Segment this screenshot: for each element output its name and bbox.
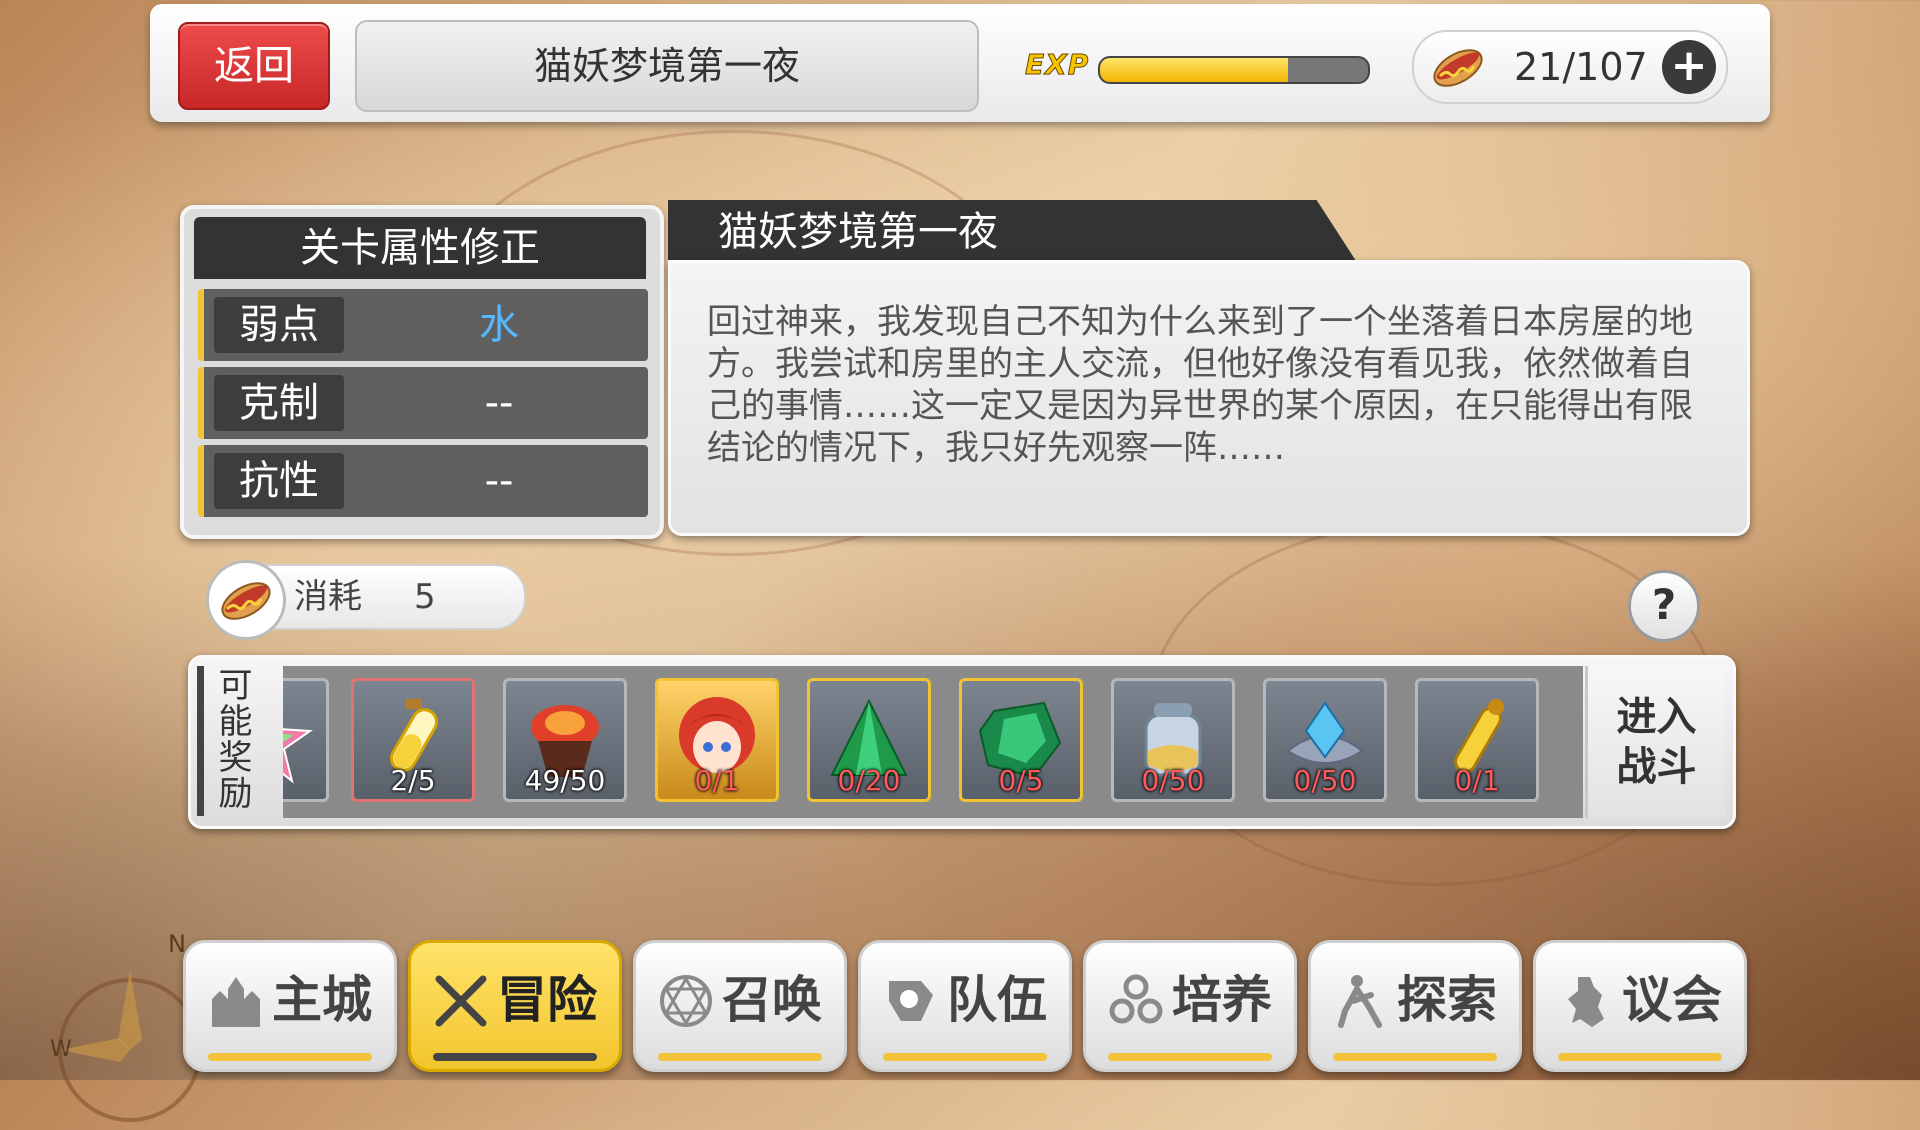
reward-item[interactable]: 0/1 — [1415, 678, 1539, 802]
reward-count: 1 — [283, 764, 326, 797]
nav-label: 培养 — [1172, 971, 1272, 1029]
attribute-value: 水 — [479, 302, 519, 348]
summon-hexagram-icon — [660, 975, 712, 1027]
crossed-swords-icon — [435, 975, 487, 1027]
cost-value: 5 — [414, 577, 436, 617]
reward-item[interactable]: 2/5 — [351, 678, 475, 802]
reward-count: 49/50 — [524, 764, 606, 797]
reward-item[interactable]: 0/5 — [959, 678, 1083, 802]
reward-count: 0/1 — [694, 764, 740, 797]
train-icon — [1109, 974, 1163, 1024]
story-panel: 回过神来，我发现自己不知为什么来到了一个坐落着日本房屋的地方。我尝试和房里的主人… — [668, 260, 1750, 536]
stage-attribute-panel: 关卡属性修正 弱点 水 克制 -- 抗性 -- — [180, 205, 664, 539]
attribute-key: 抗性 — [214, 453, 344, 509]
reward-item[interactable]: 49/50 — [503, 678, 627, 802]
attribute-row-counter: 克制 -- — [198, 367, 648, 439]
add-stamina-button[interactable]: + — [1662, 40, 1716, 94]
rewards-label: 可能奖励 — [197, 666, 267, 816]
back-button[interactable]: 返回 — [178, 22, 330, 110]
nav-team[interactable]: 队伍 — [858, 940, 1072, 1072]
nav-label: 主城 — [272, 971, 372, 1029]
attribute-row-resistance: 抗性 -- — [198, 445, 648, 517]
reward-count: 0/50 — [1141, 764, 1205, 797]
story-title-tab: 猫妖梦境第一夜 — [668, 200, 1358, 264]
nav-train[interactable]: 培养 — [1083, 940, 1297, 1072]
nav-label: 召唤 — [722, 971, 822, 1029]
compass-west-label: W — [50, 1037, 72, 1062]
attribute-row-weakness: 弱点 水 — [198, 289, 648, 361]
stage-title: 猫妖梦境第一夜 — [355, 20, 979, 112]
rewards-strip: 可能奖励 1 2/5 49/50 — [188, 655, 1736, 829]
attribute-value: -- — [484, 380, 514, 426]
nav-council[interactable]: 议会 — [1533, 940, 1747, 1072]
explore-icon — [1338, 975, 1382, 1028]
stamina-cost: 消耗 5 — [206, 560, 526, 640]
castle-icon — [212, 977, 260, 1027]
reward-count: 0/5 — [998, 764, 1044, 797]
attribute-key: 克制 — [214, 375, 344, 431]
nav-label: 议会 — [1622, 971, 1722, 1029]
nav-main-city[interactable]: 主城 — [183, 940, 397, 1072]
reward-count: 0/1 — [1454, 764, 1500, 797]
nav-adventure[interactable]: 冒险 — [408, 940, 622, 1072]
nav-label: 队伍 — [947, 971, 1047, 1029]
nav-summon[interactable]: 召唤 — [633, 940, 847, 1072]
team-icon — [889, 981, 933, 1021]
exp-progress-fill — [1100, 58, 1288, 82]
nav-label: 探索 — [1397, 971, 1497, 1029]
hotdog-icon — [1433, 49, 1483, 87]
reward-item[interactable]: 0/50 — [1263, 678, 1387, 802]
cost-label: 消耗 — [294, 577, 362, 617]
attribute-key: 弱点 — [214, 297, 344, 353]
attribute-panel-header: 关卡属性修正 — [194, 217, 646, 279]
attribute-value: -- — [484, 458, 514, 504]
enter-battle-button[interactable]: 进入 战斗 — [1585, 666, 1725, 818]
reward-item[interactable]: 0/50 — [1111, 678, 1235, 802]
reward-count: 0/50 — [1293, 764, 1357, 797]
rewards-list[interactable]: 1 2/5 49/50 — [283, 666, 1583, 818]
top-bar: 返回 猫妖梦境第一夜 EXP 21/107 + — [150, 4, 1770, 122]
reward-count: 2/5 — [390, 764, 436, 797]
stamina-text: 21/107 — [1514, 45, 1648, 89]
council-icon — [1568, 977, 1604, 1027]
hotdog-icon — [206, 560, 286, 640]
nav-label: 冒险 — [497, 971, 597, 1029]
story-text: 回过神来，我发现自己不知为什么来到了一个坐落着日本房屋的地方。我尝试和房里的主人… — [707, 302, 1693, 468]
reward-item[interactable]: 1 — [283, 678, 329, 802]
exp-progress-bar — [1098, 56, 1370, 84]
help-button[interactable]: ? — [1628, 570, 1700, 642]
exp-label: EXP — [1024, 48, 1090, 82]
reward-count: 0/20 — [837, 764, 901, 797]
stamina-counter: 21/107 + — [1412, 30, 1728, 104]
nav-explore[interactable]: 探索 — [1308, 940, 1522, 1072]
reward-item[interactable]: 0/20 — [807, 678, 931, 802]
reward-item[interactable]: 0/1 — [655, 678, 779, 802]
